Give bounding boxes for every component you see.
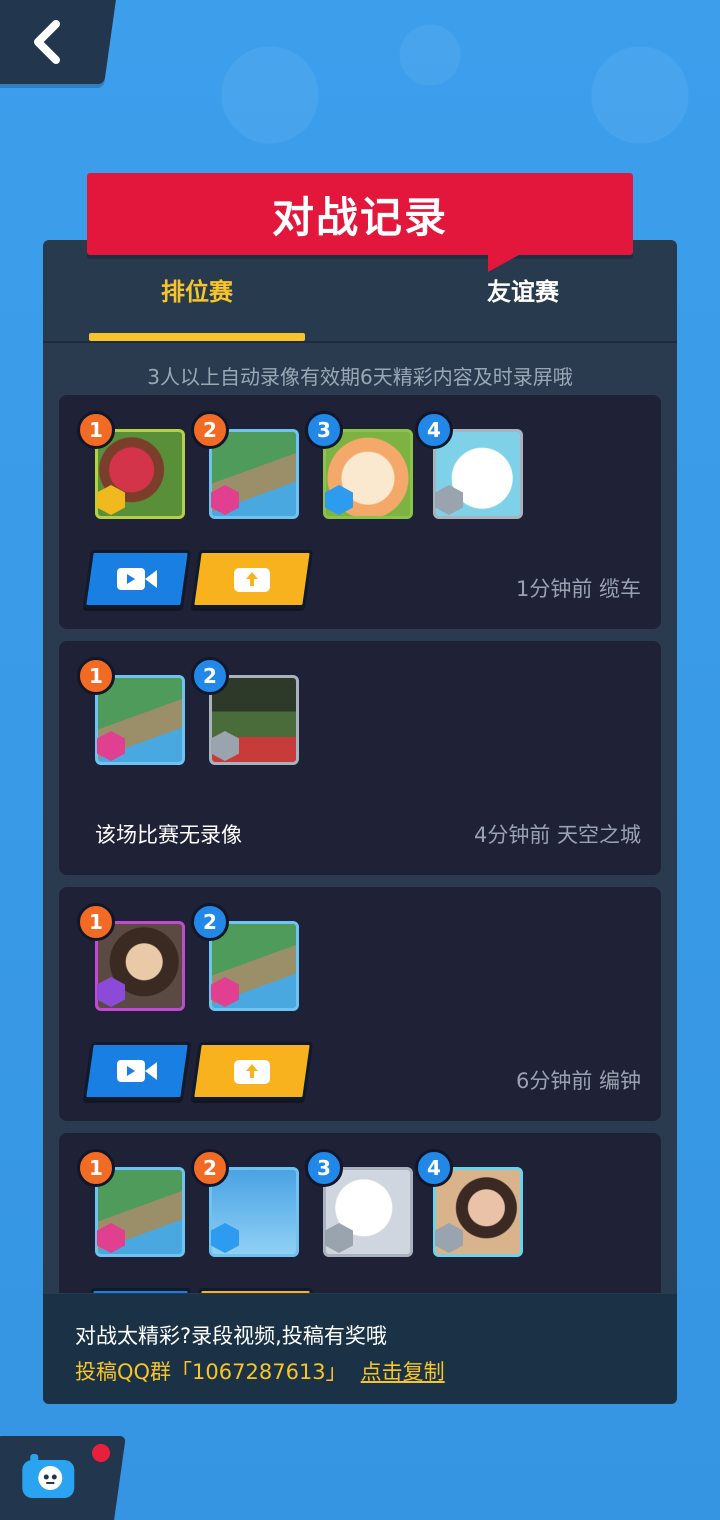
player-avatar-3[interactable]: 3 [305,1149,413,1257]
tab-friendly[interactable]: 友谊赛 [415,272,631,312]
share-upload-icon [234,1060,270,1084]
rank-number: 1 [77,657,115,695]
footer-promo-text: 对战太精彩?录段视频,投稿有奖哦 [75,1324,387,1348]
match-card: 1 2 3 4 [59,1133,661,1293]
match-list[interactable]: 3人以上自动录像有效期6天精彩内容及时录屏哦 1 2 3 4 1分钟前 缆车 1… [43,343,677,1293]
player-avatar-2[interactable]: 2 [191,657,299,765]
share-button[interactable] [190,1288,314,1293]
page-title: 对战记录 [87,173,633,255]
rank-number: 4 [415,411,453,449]
no-replay-label: 该场比赛无录像 [95,823,242,847]
player-avatar-2[interactable]: 2 [191,1149,299,1257]
rank-number: 3 [305,1149,343,1187]
footer-qq-line: 投稿QQ群「1067287613」 点击复制 [75,1356,445,1386]
player-avatar-2[interactable]: 2 [191,903,299,1011]
rank-number: 2 [191,657,229,695]
share-button[interactable] [190,550,314,608]
notification-dot [90,1442,112,1464]
match-card: 1 2 3 4 [59,395,661,629]
robot-icon [22,1454,75,1498]
rank-number: 4 [415,1149,453,1187]
rank-number: 3 [305,411,343,449]
submission-footer: 对战太精彩?录段视频,投稿有奖哦 投稿QQ群「1067287613」 点击复制 [43,1294,677,1404]
match-meta: 6分钟前 编钟 [515,1069,641,1093]
match-meta: 4分钟前 天空之城 [473,823,641,847]
back-arrow-icon [34,20,60,64]
match-meta: 1分钟前 缆车 [515,577,641,601]
player-avatar-1[interactable]: 1 [77,657,185,765]
share-button[interactable] [190,1042,314,1100]
player-avatar-4[interactable]: 4 [415,411,523,519]
rank-number: 2 [191,1149,229,1187]
rank-number: 1 [77,1149,115,1187]
rank-number: 1 [77,411,115,449]
match-card: 1 2 该场比赛无录像 4分钟前 天空之城 [59,641,661,875]
tab-active-indicator [89,333,305,341]
battle-record-panel: 排位赛 友谊赛 3人以上自动录像有效期6天精彩内容及时录屏哦 1 2 3 4 1… [43,240,677,1404]
player-avatar-1[interactable]: 1 [77,411,185,519]
player-avatar-1[interactable]: 1 [77,903,185,1011]
back-button[interactable] [0,0,116,84]
share-upload-icon [234,568,270,592]
rank-number: 2 [191,903,229,941]
video-camera-icon [117,568,157,590]
banner-tail [488,250,528,272]
watch-replay-button[interactable] [82,1042,192,1100]
player-avatar-4[interactable]: 4 [415,1149,523,1257]
rank-number: 2 [191,411,229,449]
qq-group-text: 投稿QQ群「1067287613」 [75,1360,347,1384]
watch-replay-button[interactable] [82,1288,192,1293]
rank-number: 1 [77,903,115,941]
match-card: 1 2 6分钟前 编钟 [59,887,661,1121]
tab-bar: 排位赛 友谊赛 [43,240,677,343]
player-avatar-1[interactable]: 1 [77,1149,185,1257]
replay-notice: 3人以上自动录像有效期6天精彩内容及时录屏哦 [147,365,573,389]
watch-replay-button[interactable] [82,550,192,608]
copy-link[interactable]: 点击复制 [361,1360,445,1384]
player-avatar-2[interactable]: 2 [191,411,299,519]
tab-ranked[interactable]: 排位赛 [89,272,305,312]
player-avatar-3[interactable]: 3 [305,411,413,519]
video-camera-icon [117,1060,157,1082]
